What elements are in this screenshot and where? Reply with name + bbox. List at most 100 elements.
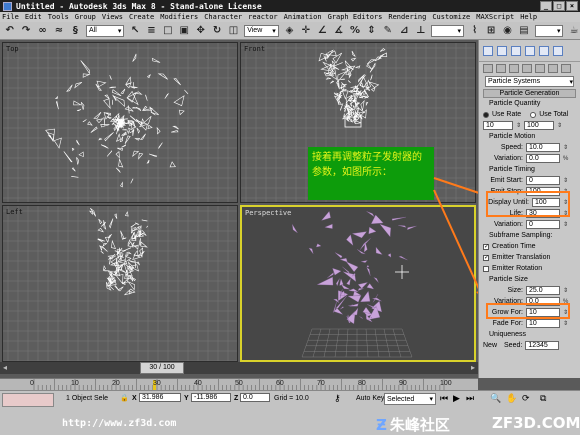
pan-icon[interactable]: ✋ xyxy=(506,393,517,404)
select-move-icon[interactable]: ✥ xyxy=(195,25,206,37)
y-coord-field[interactable]: -11.986 xyxy=(191,393,231,402)
next-frame-icon[interactable]: ▸ xyxy=(471,363,475,372)
rate-spinner[interactable]: 10 xyxy=(483,121,513,130)
go-to-start-icon[interactable]: ⏮ xyxy=(440,393,448,404)
auto-key-button[interactable]: Auto Key xyxy=(356,395,384,402)
category-dropdown[interactable]: Particle Systems ▾ xyxy=(485,76,574,87)
angle-snap-icon[interactable]: ∡ xyxy=(333,25,344,37)
menu-character[interactable]: Character xyxy=(204,13,242,21)
window-crossing-icon[interactable]: ▣ xyxy=(179,25,190,37)
viewport-label-top[interactable]: Top xyxy=(6,45,19,53)
motion-tab-icon[interactable] xyxy=(525,45,535,56)
track-bar[interactable]: 0 10 20 30 40 50 60 70 80 90 100 xyxy=(0,378,478,391)
fade-for-spinner[interactable]: 10 xyxy=(526,319,560,328)
orbit-icon[interactable]: ⟳ xyxy=(522,393,530,404)
utilities-tab-icon[interactable] xyxy=(553,45,563,56)
close-button[interactable]: × xyxy=(566,1,578,11)
material-editor-icon[interactable]: ◉ xyxy=(502,25,513,37)
link-icon[interactable]: ∞ xyxy=(37,25,48,37)
manipulate-icon[interactable]: ✛ xyxy=(300,25,311,37)
quick-render-icon[interactable]: ☕ xyxy=(568,25,579,37)
menu-rendering[interactable]: Rendering xyxy=(388,13,426,21)
creation-time-checkbox[interactable]: ✓ xyxy=(483,243,489,250)
viewport-top[interactable]: Top xyxy=(2,42,238,203)
viewport-left[interactable]: Left xyxy=(2,205,238,362)
hierarchy-tab-icon[interactable] xyxy=(511,45,521,56)
named-selection-set[interactable]: ▾ xyxy=(431,24,465,37)
time-slider-knob[interactable]: 30 / 100 xyxy=(140,362,184,374)
display-tab-icon[interactable] xyxy=(539,45,549,56)
spinner-arrows-icon[interactable]: ⇕ xyxy=(516,122,521,129)
render-setup-icon[interactable]: ▤ xyxy=(518,25,529,37)
menu-create[interactable]: Create xyxy=(129,13,154,21)
play-icon[interactable]: ▶ xyxy=(453,393,460,404)
maximize-button[interactable]: □ xyxy=(553,1,565,11)
spinner-arrows-icon[interactable]: ⇕ xyxy=(563,320,568,327)
select-by-name-icon[interactable]: ≡ xyxy=(146,25,157,37)
emitter-rotation-checkbox[interactable] xyxy=(483,265,489,272)
space-warps-icon[interactable] xyxy=(548,64,558,73)
size-spinner[interactable]: 25.0 xyxy=(526,286,560,295)
key-icon[interactable]: ⚷ xyxy=(334,393,341,404)
spinner-arrows-icon[interactable]: ⇕ xyxy=(563,221,568,228)
cameras-icon[interactable] xyxy=(522,64,532,73)
modify-tab-icon[interactable] xyxy=(497,45,507,56)
systems-icon[interactable] xyxy=(561,64,571,73)
menu-maxscript[interactable]: MAXScript xyxy=(476,13,514,21)
z-coord-field[interactable]: 0.0 xyxy=(240,393,270,402)
menu-help[interactable]: Help xyxy=(520,13,537,21)
total-spinner[interactable]: 100 xyxy=(524,121,555,130)
schematic-view-icon[interactable]: ⊞ xyxy=(485,25,496,37)
maxscript-listener[interactable] xyxy=(2,393,54,407)
emitter-translation-checkbox[interactable]: ✓ xyxy=(483,254,489,261)
menu-tools[interactable]: Tools xyxy=(48,13,69,21)
viewport-label-left[interactable]: Left xyxy=(6,208,23,216)
go-to-end-icon[interactable]: ⏭ xyxy=(466,393,474,404)
shapes-icon[interactable] xyxy=(496,64,506,73)
viewport-perspective[interactable]: Perspective xyxy=(240,205,476,362)
ref-coord-dropdown[interactable]: View ▾ xyxy=(244,24,279,37)
key-mode-dropdown[interactable]: Selected ▾ xyxy=(384,393,436,405)
create-tab-icon[interactable] xyxy=(483,45,493,56)
menu-file[interactable]: File xyxy=(2,13,19,21)
curve-editor-icon[interactable]: ⌇ xyxy=(469,25,480,37)
undo-icon[interactable]: ↶ xyxy=(4,25,15,37)
menu-group[interactable]: Group xyxy=(75,13,96,21)
spinner-snap-icon[interactable]: ⇕ xyxy=(366,25,377,37)
mirror-icon[interactable]: ⊿ xyxy=(399,25,410,37)
prev-frame-icon[interactable]: ◂ xyxy=(3,363,7,372)
select-rotate-icon[interactable]: ↻ xyxy=(211,25,222,37)
spinner-arrows-icon[interactable]: ⇕ xyxy=(563,144,568,151)
geometry-icon[interactable] xyxy=(483,64,493,73)
spinner-arrows-icon[interactable]: ⇕ xyxy=(563,177,568,184)
menu-customize[interactable]: Customize xyxy=(432,13,470,21)
new-seed-button[interactable]: New xyxy=(483,342,497,349)
helpers-icon[interactable] xyxy=(535,64,545,73)
menu-reactor[interactable]: reactor xyxy=(248,13,278,21)
x-coord-field[interactable]: 31.986 xyxy=(139,393,181,402)
pivot-icon[interactable]: ◈ xyxy=(284,25,295,37)
viewport-label-front[interactable]: Front xyxy=(244,45,265,53)
time-slider-track[interactable]: 30 / 100 ◂ ▸ xyxy=(0,362,478,374)
percent-snap-icon[interactable]: % xyxy=(349,25,360,37)
maximize-viewport-icon[interactable]: ⧉ xyxy=(540,393,546,404)
menu-animation[interactable]: Animation xyxy=(284,13,322,21)
snap-icon[interactable]: ∠ xyxy=(317,25,328,37)
use-rate-radio[interactable] xyxy=(483,111,489,118)
motion-variation-spinner[interactable]: 0.0 xyxy=(526,154,560,163)
rect-selection-icon[interactable]: □ xyxy=(162,25,173,37)
use-total-radio[interactable] xyxy=(530,111,537,118)
viewport-label-perspective[interactable]: Perspective xyxy=(245,209,291,217)
selection-filter-dropdown[interactable]: All ▾ xyxy=(86,24,125,37)
speed-spinner[interactable]: 10.0 xyxy=(526,143,560,152)
menu-views[interactable]: Views xyxy=(102,13,123,21)
rollout-particle-generation[interactable]: Particle Generation xyxy=(483,89,576,98)
align-icon[interactable]: ⊥ xyxy=(415,25,426,37)
lock-selection-icon[interactable]: 🔒 xyxy=(120,394,129,402)
redo-icon[interactable]: ↷ xyxy=(20,25,31,37)
menu-modifiers[interactable]: Modifiers xyxy=(160,13,198,21)
named-selection-icon[interactable]: ✎ xyxy=(382,25,393,37)
unlink-icon[interactable]: ≈ xyxy=(53,25,64,37)
menu-graph-editors[interactable]: Graph Editors xyxy=(328,13,383,21)
menu-edit[interactable]: Edit xyxy=(25,13,42,21)
